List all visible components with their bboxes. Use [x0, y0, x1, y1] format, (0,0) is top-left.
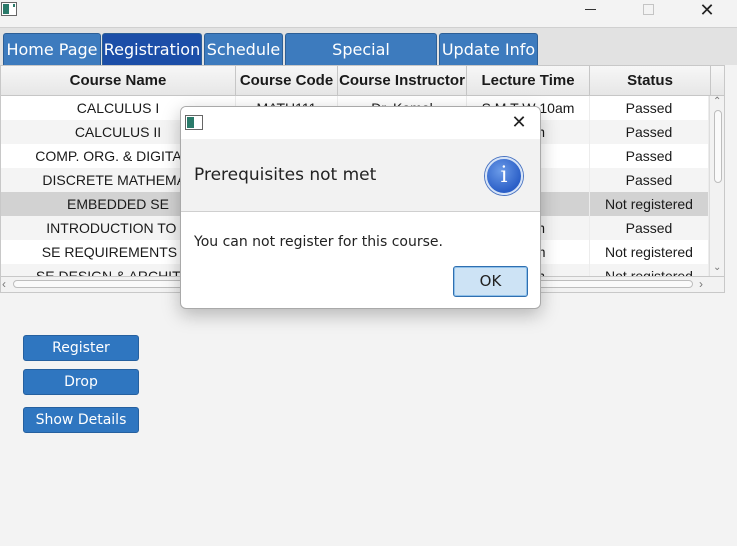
maximize-icon — [642, 3, 654, 15]
dialog-message: You can not register for this course. — [194, 234, 443, 250]
window-close-button[interactable]: ✕ — [684, 0, 730, 21]
column-header-course-code[interactable]: Course Code — [236, 66, 338, 96]
cell-status: Passed — [590, 168, 709, 192]
drop-button[interactable]: Drop — [23, 369, 139, 395]
scroll-left-icon[interactable]: ‹ — [2, 277, 6, 291]
window-titlebar: ✕ — [0, 0, 737, 24]
dialog-close-button[interactable]: ✕ — [505, 109, 533, 137]
cell-status: Passed — [590, 144, 709, 168]
info-icon: i — [485, 157, 523, 195]
ok-button[interactable]: OK — [453, 266, 528, 297]
tab-special-registration[interactable]: Special Registration — [285, 33, 437, 91]
tab-schedule[interactable]: Schedule — [204, 33, 283, 65]
maximize-button[interactable] — [625, 0, 671, 20]
table-header: Course Name Course Code Course Instructo… — [1, 66, 724, 96]
minimize-button[interactable] — [567, 0, 613, 20]
prerequisites-dialog: ✕ Prerequisites not met i You can not re… — [180, 106, 541, 309]
scroll-up-icon[interactable]: ⌃ — [713, 96, 721, 107]
column-header-status[interactable]: Status — [590, 66, 711, 96]
vertical-scroll-thumb[interactable] — [714, 110, 722, 183]
column-header-course-instructor[interactable]: Course Instructor — [338, 66, 467, 96]
minimize-icon — [584, 8, 596, 10]
cell-status: Passed — [590, 96, 709, 120]
app-icon — [1, 2, 17, 16]
register-button[interactable]: Register — [23, 335, 139, 361]
scroll-right-icon[interactable]: › — [699, 277, 703, 291]
cell-status: Passed — [590, 216, 709, 240]
tab-registration[interactable]: Registration — [102, 33, 202, 65]
dialog-header: Prerequisites not met i — [181, 139, 540, 212]
scroll-down-icon[interactable]: ⌄ — [713, 262, 721, 273]
dialog-header-text: Prerequisites not met — [194, 165, 377, 185]
dialog-app-icon — [185, 115, 203, 130]
close-icon: ✕ — [511, 112, 527, 133]
column-header-lecture-time[interactable]: Lecture Time — [467, 66, 590, 96]
dialog-titlebar: ✕ — [181, 107, 540, 139]
cell-status: Not registered — [590, 264, 709, 276]
tab-home-page[interactable]: Home Page — [3, 33, 101, 65]
show-details-button[interactable]: Show Details — [23, 407, 139, 433]
cell-status: Not registered — [590, 240, 709, 264]
vertical-scrollbar[interactable]: ⌃ ⌄ — [709, 96, 724, 276]
close-icon: ✕ — [699, 0, 715, 21]
column-header-course-name[interactable]: Course Name — [1, 66, 236, 96]
cell-status: Passed — [590, 120, 709, 144]
tab-bar: Home Page Registration Schedule Special … — [0, 27, 737, 91]
tab-update-info[interactable]: Update Info — [439, 33, 538, 65]
cell-status: Not registered — [590, 192, 709, 216]
